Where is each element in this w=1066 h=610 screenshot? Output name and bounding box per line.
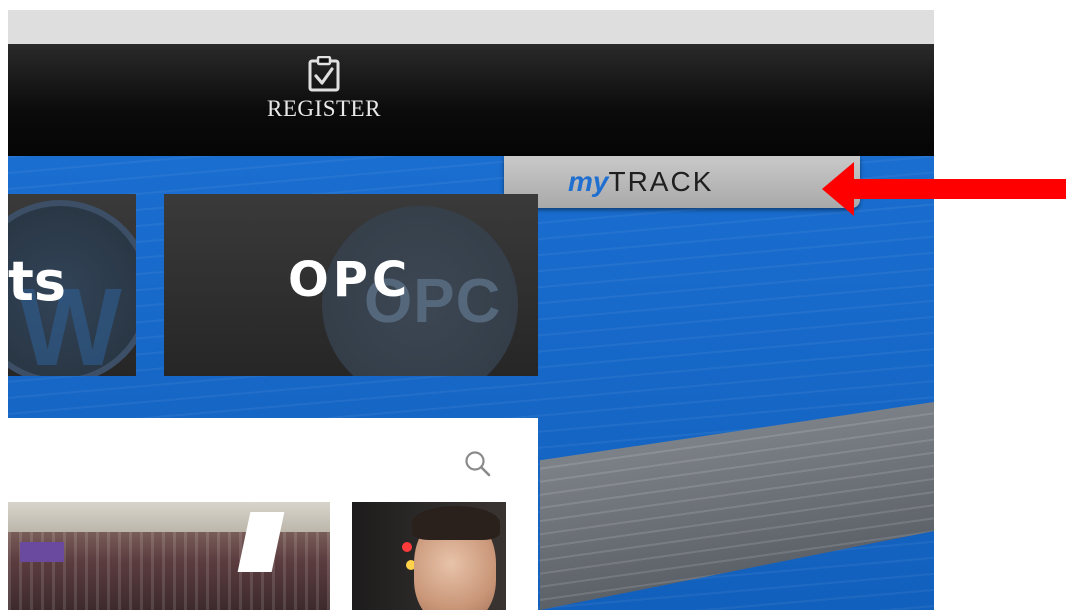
mytrack-logo: myTRACK (568, 166, 713, 198)
main-navbar: REGISTER (8, 44, 934, 156)
register-nav-item[interactable]: REGISTER (244, 56, 404, 122)
feed-photo-gym[interactable] (8, 502, 330, 610)
annotation-arrow-icon (822, 162, 1066, 216)
top-strip (8, 10, 934, 44)
media-feed-panel (8, 418, 538, 610)
tile-events[interactable]: W ts (8, 194, 136, 376)
mytrack-button[interactable]: myTRACK (504, 156, 860, 208)
tile-opc[interactable]: OPC OPC (164, 194, 538, 376)
photo-hair (412, 506, 500, 540)
tile-events-label: ts (8, 250, 66, 313)
website-viewport: REGISTER myTRACK W ts OPC OPC (8, 10, 934, 610)
register-label: REGISTER (267, 96, 381, 121)
tile-opc-label: OPC (288, 252, 412, 308)
photo-lights (402, 542, 412, 552)
clipboard-check-icon (308, 56, 340, 92)
photo-banner (20, 542, 64, 562)
feed-photo-selfie[interactable] (352, 502, 506, 610)
mytrack-my: my (568, 166, 609, 197)
search-icon[interactable] (462, 448, 494, 480)
mytrack-track: TRACK (608, 166, 714, 197)
